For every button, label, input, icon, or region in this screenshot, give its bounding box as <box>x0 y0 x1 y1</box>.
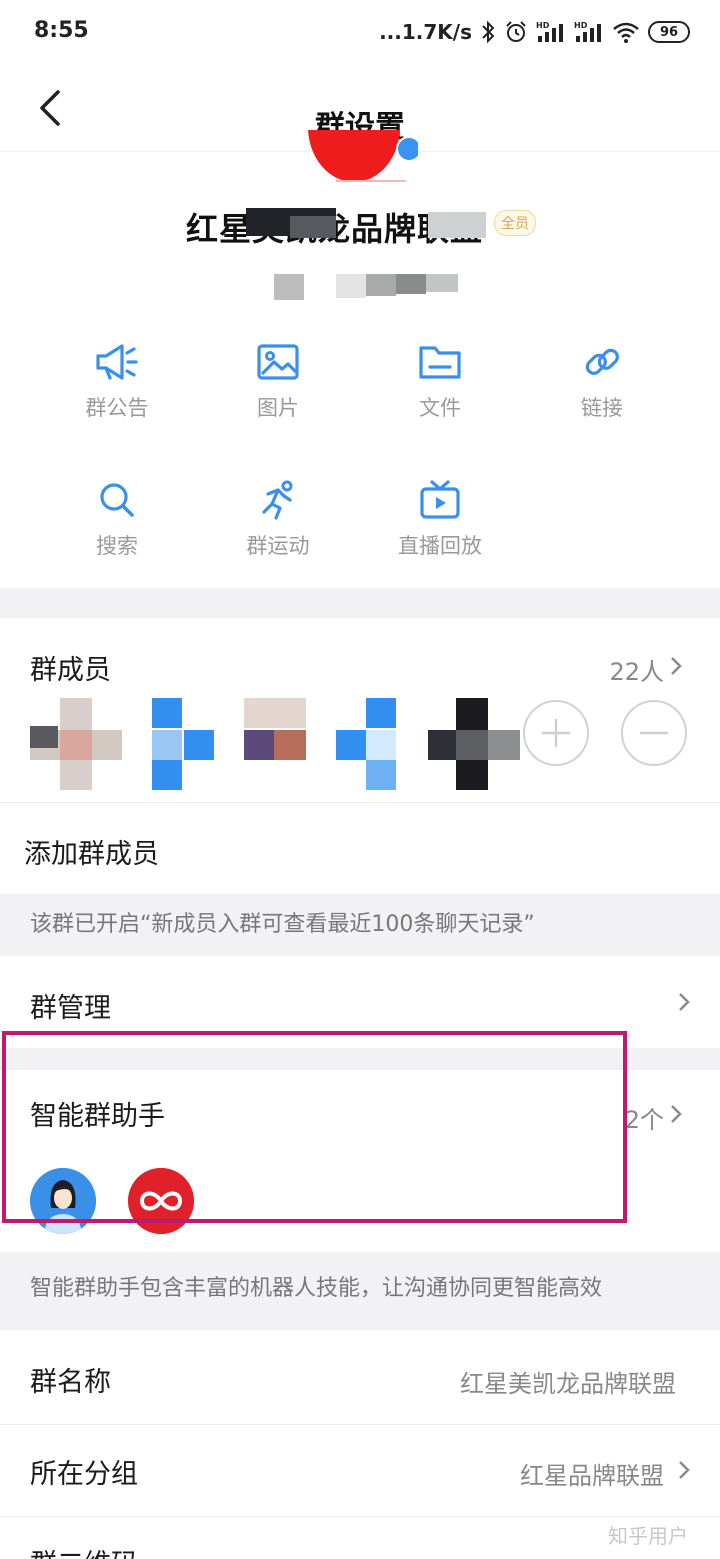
member-avatar[interactable] <box>244 698 336 790</box>
shortcut-label: 群公告 <box>85 396 149 420</box>
group-category-row[interactable]: 所在分组 <box>30 1452 138 1491</box>
image-icon <box>257 344 299 380</box>
shortcut-files[interactable]: 文件 <box>380 342 500 422</box>
divider <box>0 1516 720 1517</box>
svg-text:HD: HD <box>574 21 588 30</box>
shortcut-label: 链接 <box>581 396 623 420</box>
remove-member-button[interactable] <box>621 700 687 766</box>
divider <box>0 1424 720 1425</box>
battery-indicator: 96 <box>648 21 690 43</box>
members-title: 群成员 <box>30 655 111 686</box>
add-members-row[interactable]: 添加群成员 <box>24 832 159 871</box>
assistant-hint: 智能群助手包含丰富的机器人技能，让沟通协同更智能高效 <box>30 1276 603 1301</box>
folder-icon <box>419 346 461 379</box>
group-settings-screen: 8:55 ...1.7K/s HD HD 96 群设置 全员 群公告 图片 文件… <box>0 0 720 1559</box>
status-bar: 8:55 ...1.7K/s HD HD 96 <box>0 0 720 64</box>
chevron-right-icon[interactable] <box>668 654 684 678</box>
shortcut-label: 文件 <box>419 396 461 420</box>
shortcut-search[interactable]: 搜索 <box>57 480 177 560</box>
pixelated-mask <box>428 212 486 238</box>
alarm-icon <box>506 21 526 42</box>
pixelated-id <box>274 274 304 300</box>
shortcut-label: 图片 <box>257 396 299 420</box>
shortcut-live-replay[interactable]: 直播回放 <box>380 480 500 560</box>
pixelated-id <box>366 274 396 296</box>
shortcut-links[interactable]: 链接 <box>542 342 662 422</box>
status-time: 8:55 <box>34 18 89 43</box>
shortcut-label: 群运动 <box>246 534 310 558</box>
watermark: 知乎用户 <box>608 1524 688 1548</box>
divider <box>0 802 720 803</box>
member-avatar[interactable] <box>30 698 122 790</box>
status-indicators: ...1.7K/s HD HD 96 <box>379 16 690 48</box>
edit-badge-icon[interactable] <box>396 136 418 162</box>
pixelated-id <box>396 274 426 294</box>
minus-icon <box>640 731 668 735</box>
member-avatar[interactable] <box>428 698 520 790</box>
member-count[interactable]: 22人 <box>560 652 664 687</box>
search-icon <box>100 483 134 517</box>
megaphone-icon <box>96 344 138 380</box>
highlight-annotation <box>2 1031 627 1223</box>
pixelated-id <box>336 274 366 298</box>
wifi-icon <box>613 22 639 43</box>
signal-icon: HD <box>574 21 601 42</box>
plus-icon <box>542 719 570 747</box>
shortcut-label: 直播回放 <box>398 534 482 558</box>
member-avatar[interactable] <box>152 698 244 790</box>
tv-icon <box>420 480 460 519</box>
group-avatar[interactable] <box>308 130 418 182</box>
chevron-right-icon[interactable] <box>676 1458 692 1482</box>
section-separator <box>0 588 720 618</box>
group-name-value[interactable]: 红星美凯龙品牌联盟 <box>360 1364 676 1399</box>
shortcut-images[interactable]: 图片 <box>218 342 338 422</box>
signal-icon: HD <box>536 21 563 42</box>
add-member-button[interactable] <box>523 700 589 766</box>
chevron-right-icon[interactable] <box>676 990 692 1014</box>
pixelated-mask <box>290 216 336 238</box>
chevron-right-icon[interactable] <box>668 1102 684 1126</box>
shortcut-announcement[interactable]: 群公告 <box>57 342 177 422</box>
network-speed: ...1.7K/s <box>379 20 472 44</box>
svg-text:HD: HD <box>536 21 550 30</box>
group-manage-row[interactable]: 群管理 <box>30 986 111 1025</box>
group-name-row[interactable]: 群名称 <box>30 1360 111 1399</box>
member-avatar[interactable] <box>336 698 428 790</box>
bluetooth-icon <box>482 20 495 44</box>
link-icon <box>585 348 619 375</box>
shortcut-label: 搜索 <box>96 534 138 558</box>
pixelated-id <box>426 274 458 292</box>
shortcut-group-sport[interactable]: 群运动 <box>218 480 338 560</box>
group-qr-row[interactable]: 群二维码 <box>30 1542 138 1559</box>
all-members-tag: 全员 <box>494 210 536 236</box>
new-member-history-hint: 该群已开启“新成员入群可查看最近100条聊天记录” <box>30 912 535 937</box>
running-icon <box>262 480 293 520</box>
group-category-value[interactable]: 红星品牌联盟 <box>400 1456 664 1491</box>
